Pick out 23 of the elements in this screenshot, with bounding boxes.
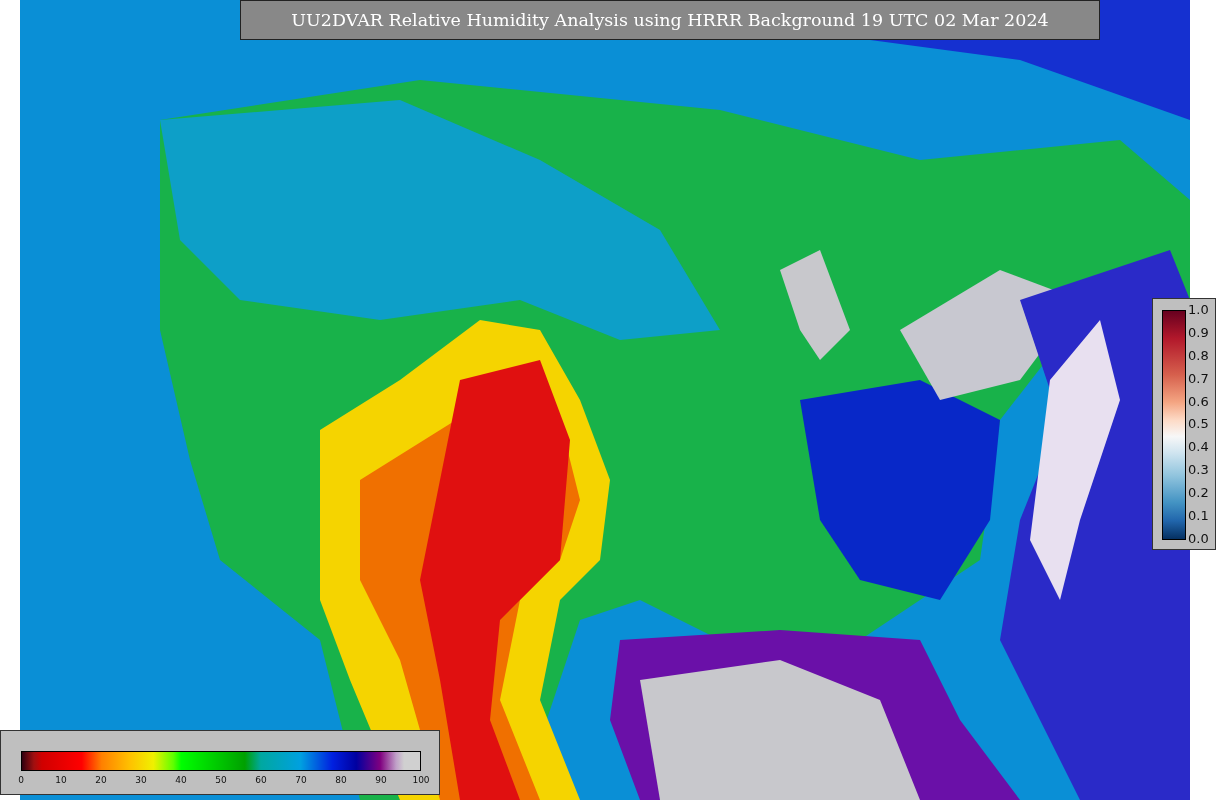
- tick-label: 40: [174, 774, 188, 786]
- tick-label: 0.4: [1188, 438, 1209, 457]
- tick-label: 0.7: [1188, 369, 1209, 388]
- map-title: UU2DVAR Relative Humidity Analysis using HRRR Background 19 UTC 02 Mar 2024: [240, 0, 1100, 40]
- tick-label: 0.2: [1188, 484, 1209, 503]
- tick-label: 70: [294, 774, 308, 786]
- tick-label: 0.3: [1188, 461, 1209, 480]
- tick-label: 0.8: [1188, 346, 1209, 365]
- tick-label: 0.5: [1188, 415, 1209, 434]
- tick-label: 30: [134, 774, 148, 786]
- tick-label: 1.0: [1188, 301, 1209, 319]
- tick-label: 90: [374, 774, 388, 786]
- tick-label: 80: [334, 774, 348, 786]
- tick-label: 100: [411, 774, 431, 786]
- tick-label: 0: [17, 774, 25, 786]
- tick-label: 50: [214, 774, 228, 786]
- tick-label: 60: [254, 774, 268, 786]
- tick-label: 10: [54, 774, 68, 786]
- tick-label: 0.9: [1188, 323, 1209, 342]
- tick-label: 20: [94, 774, 108, 786]
- tick-label: 0.1: [1188, 507, 1209, 525]
- tick-label: 0.6: [1188, 392, 1209, 411]
- tick-label: 0.0: [1188, 529, 1209, 548]
